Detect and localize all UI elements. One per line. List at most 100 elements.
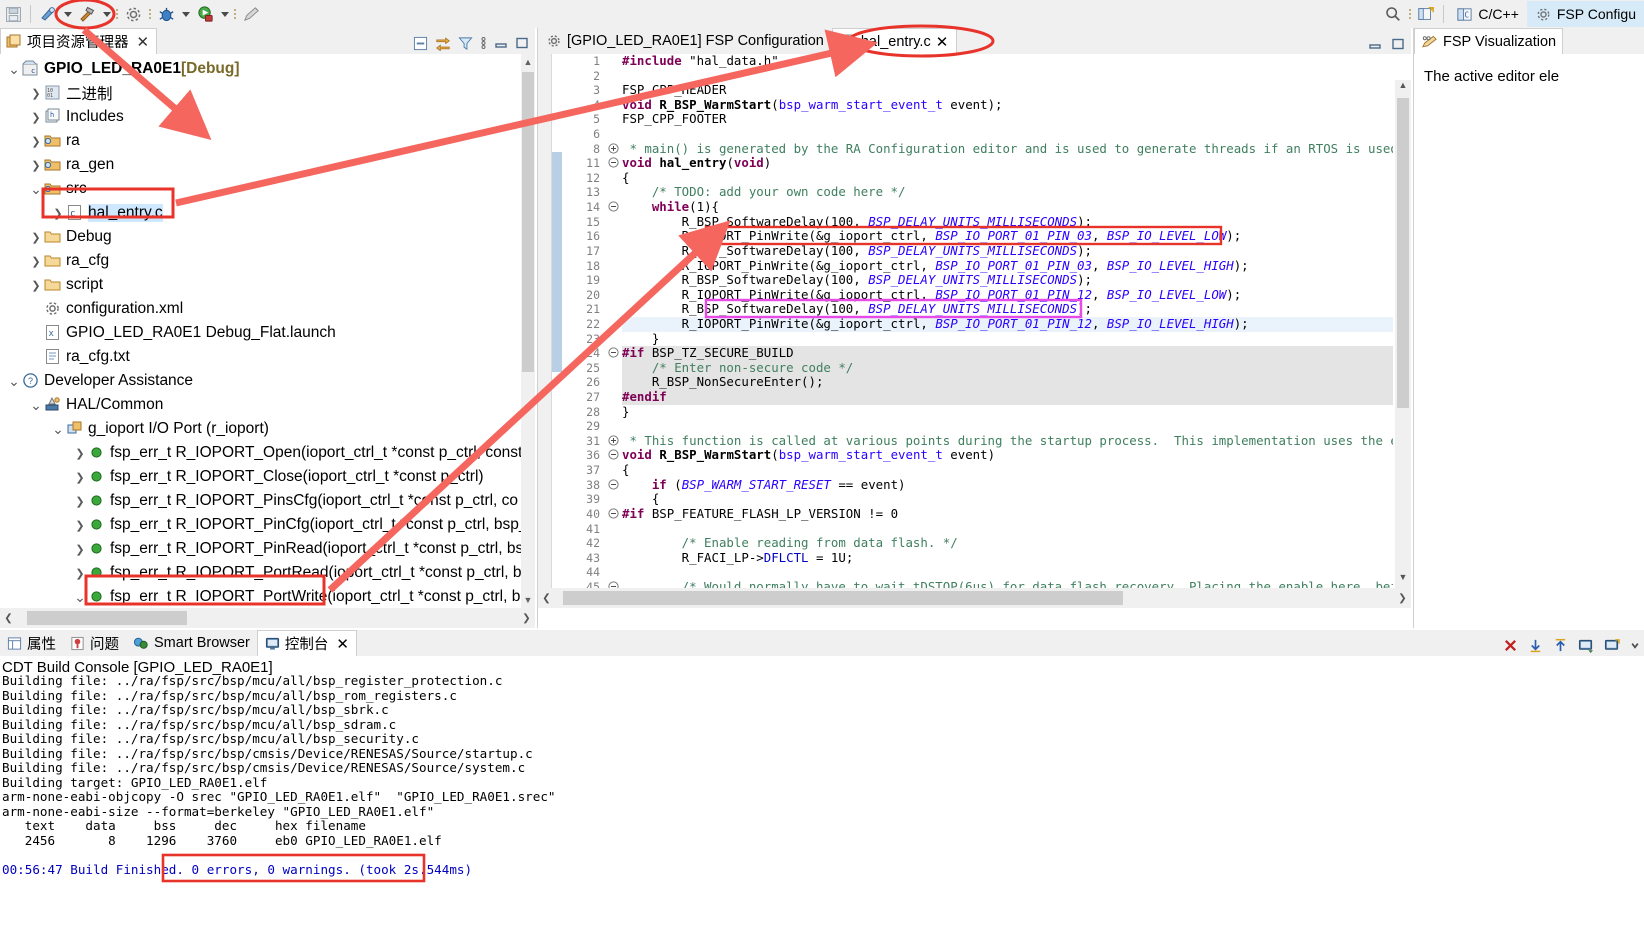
editor-scroll-thumb[interactable]: [1397, 98, 1409, 408]
tree-item-fsp-err-t-r-ioport-open-ioport-ctrl-t-co[interactable]: ❯ fsp_err_t R_IOPORT_Open(ioport_ctrl_t *…: [0, 441, 521, 465]
twisty-collapsed-icon[interactable]: ❯: [28, 135, 44, 148]
code-line[interactable]: if (BSP_WARM_START_RESET == event): [622, 477, 1393, 493]
code-line[interactable]: * main() is generated by the RA Configur…: [622, 141, 1393, 157]
scroll-lock-icon[interactable]: [1528, 638, 1543, 656]
tree-item-fsp-err-t-r-ioport-portwrite-ioport-ctrl[interactable]: ⌄ fsp_err_t R_IOPORT_PortWrite(ioport_ctr…: [0, 585, 521, 608]
editor-tab-fsp-configuration[interactable]: [GPIO_LED_RA0E1] FSP Configuration: [538, 28, 832, 54]
fold-collapse-icon[interactable]: [604, 478, 622, 493]
twisty-collapsed-icon[interactable]: ❯: [72, 543, 88, 556]
build-dropdown-arrow[interactable]: [100, 2, 113, 26]
console-output[interactable]: Building file: ../ra/fsp/src/bsp/mcu/all…: [0, 673, 1644, 877]
code-line[interactable]: R_BSP_SoftwareDelay(100, BSP_DELAY_UNITS…: [622, 243, 1393, 259]
tree-item-fsp-err-t-r-ioport-portread-ioport-ctrl-[interactable]: ❯ fsp_err_t R_IOPORT_PortRead(ioport_ctrl…: [0, 561, 521, 585]
terminate-icon[interactable]: [1503, 638, 1518, 656]
editor-tab-close-icon[interactable]: ✕: [936, 33, 949, 51]
perspective-tab-fsp[interactable]: FSP Configu: [1526, 1, 1644, 27]
tree-item-ra-cfg-txt[interactable]: ra_cfg.txt: [0, 345, 521, 369]
hscroll-thumb[interactable]: [27, 611, 187, 625]
search-icon[interactable]: [1380, 2, 1406, 26]
editor-hscroll-right-arrow[interactable]: ❯: [1394, 593, 1411, 604]
new-project-dropdown-arrow[interactable]: [61, 2, 74, 26]
twisty-expanded-icon[interactable]: ⌄: [72, 590, 88, 604]
new-project-button[interactable]: [35, 2, 61, 26]
fold-collapse-icon[interactable]: [604, 346, 622, 361]
tree-item-fsp-err-t-r-ioport-pinread-ioport-ctrl-t[interactable]: ❯ fsp_err_t R_IOPORT_PinRead(ioport_ctrl_…: [0, 537, 521, 561]
editor-scroll-down-arrow[interactable]: ▼: [1395, 572, 1411, 588]
tree-item-ra[interactable]: ❯ ra: [0, 129, 521, 153]
maximize-icon[interactable]: [515, 36, 529, 53]
tree-item-gpio-led-ra0e1[interactable]: ⌄ c GPIO_LED_RA0E1 [Debug]: [0, 57, 521, 81]
scroll-up-arrow[interactable]: ▲: [521, 54, 535, 70]
tree-item-ra-cfg[interactable]: ❯ ra_cfg: [0, 249, 521, 273]
tree-item-gpio-led-ra0e1-debug-flat-launch[interactable]: x GPIO_LED_RA0E1 Debug_Flat.launch: [0, 321, 521, 345]
code-line[interactable]: {: [622, 492, 1393, 507]
code-editor[interactable]: 1 2 3 4 5 6 8 11 12 13 14 15 16 17 18 19 20 21 22 23 24 25 26 2…: [538, 54, 1411, 608]
minimize-icon[interactable]: [494, 36, 508, 53]
code-line[interactable]: }: [622, 331, 1393, 347]
editor-hscroll-track[interactable]: [555, 591, 1394, 605]
perspective-tab-cpp[interactable]: C C/C++: [1448, 1, 1526, 27]
tree-item-fsp-err-t-r-ioport-pinscfg-ioport-ctrl-t[interactable]: ❯ fsp_err_t R_IOPORT_PinsCfg(ioport_ctrl_…: [0, 489, 521, 513]
tab-project-explorer[interactable]: 项目资源管理器 ✕: [0, 28, 158, 54]
view-menu-icon[interactable]: [480, 35, 487, 54]
twisty-collapsed-icon[interactable]: ❯: [28, 279, 44, 292]
tree-item-fsp-err-t-r-ioport-close-ioport-ctrl-t-c[interactable]: ❯ fsp_err_t R_IOPORT_Close(ioport_ctrl_t …: [0, 465, 521, 489]
code-line[interactable]: R_BSP_SoftwareDelay(100, BSP_DELAY_UNITS…: [622, 272, 1393, 288]
editor-minimize-icon[interactable]: [1368, 37, 1382, 54]
twisty-expanded-icon[interactable]: ⌄: [28, 398, 44, 412]
code-line[interactable]: #include "hal_data.h": [622, 54, 1393, 69]
pin-console-icon[interactable]: [1553, 638, 1568, 656]
code-line[interactable]: [622, 522, 1393, 537]
editor-vertical-scrollbar[interactable]: ▲ ▼: [1395, 80, 1411, 588]
twisty-collapsed-icon[interactable]: ❯: [28, 87, 44, 100]
hscroll-right-arrow[interactable]: ❯: [518, 613, 535, 624]
tree-item-script[interactable]: ❯ script: [0, 273, 521, 297]
twisty-expanded-icon[interactable]: ⌄: [6, 374, 22, 388]
filter-icon[interactable]: [458, 36, 473, 54]
twisty-expanded-icon[interactable]: ⌄: [6, 62, 22, 76]
twisty-collapsed-icon[interactable]: ❯: [50, 207, 66, 220]
tree-item-developer-assistance[interactable]: ⌄? Developer Assistance: [0, 369, 521, 393]
code-line[interactable]: R_IOPORT_PinWrite(&g_ioport_ctrl, BSP_IO…: [622, 258, 1393, 274]
code-line[interactable]: R_BSP_SoftwareDelay(100, BSP_DELAY_UNITS…: [622, 302, 1393, 317]
hscroll-left-arrow[interactable]: ❮: [0, 613, 17, 624]
twisty-collapsed-icon[interactable]: ❯: [72, 495, 88, 508]
code-line[interactable]: * This function is called at various poi…: [622, 433, 1393, 449]
scroll-down-arrow[interactable]: ▼: [521, 592, 535, 608]
code-line[interactable]: R_IOPORT_PinWrite(&g_ioport_ctrl, BSP_IO…: [622, 229, 1393, 244]
tree-item-configuration-xml[interactable]: configuration.xml: [0, 297, 521, 321]
tree-item-ra-gen[interactable]: ❯ ra_gen: [0, 153, 521, 177]
code-line[interactable]: /* Enable reading from data flash. */: [622, 535, 1393, 551]
folding-ruler[interactable]: [604, 54, 622, 608]
tree-item-hal-entry-c[interactable]: ❯ c hal_entry.c: [0, 201, 521, 225]
save-button[interactable]: [0, 2, 26, 26]
code-line[interactable]: void R_BSP_WarmStart(bsp_warm_start_even…: [622, 448, 1393, 463]
code-line[interactable]: /* Enter non-secure code */: [622, 360, 1393, 376]
tree-item-[interactable]: ❯ 10 01 二进制: [0, 81, 521, 105]
twisty-collapsed-icon[interactable]: ❯: [28, 255, 44, 268]
code-line[interactable]: void hal_entry(void): [622, 155, 1393, 171]
tree-item-src[interactable]: ⌄ src: [0, 177, 521, 201]
debug-dropdown-arrow[interactable]: [179, 2, 192, 26]
debug-button[interactable]: [153, 2, 179, 26]
code-line[interactable]: [622, 419, 1393, 434]
twisty-collapsed-icon[interactable]: ❯: [28, 159, 44, 172]
code-line[interactable]: FSP_CPP_FOOTER: [622, 112, 1393, 127]
code-line[interactable]: {: [622, 462, 1393, 478]
tree-item-includes[interactable]: ❯ h Includes: [0, 105, 521, 129]
code-line[interactable]: [622, 127, 1393, 142]
open-perspective-icon[interactable]: [1413, 2, 1439, 26]
pencil-button[interactable]: [238, 2, 264, 26]
editor-tab-hal-entry-c[interactable]: c hal_entry.c ✕: [831, 28, 958, 54]
twisty-expanded-icon[interactable]: ⌄: [50, 422, 66, 436]
project-tree-horizontal-scrollbar[interactable]: ❮ ❯: [0, 608, 535, 628]
tab-properties[interactable]: 属性: [0, 630, 63, 656]
twisty-expanded-icon[interactable]: ⌄: [28, 182, 44, 196]
open-console-icon[interactable]: [1604, 638, 1620, 656]
tree-item-g-ioport-i-o-port-r-ioport[interactable]: ⌄ g_ioport I/O Port (r_ioport): [0, 417, 521, 441]
project-tree[interactable]: ⌄ c GPIO_LED_RA0E1 [Debug] ❯ 10 01 二进制 ❯ h Includ…: [0, 54, 521, 608]
project-explorer-tab-close-icon[interactable]: ✕: [137, 33, 150, 51]
twisty-collapsed-icon[interactable]: ❯: [28, 231, 44, 244]
code-line[interactable]: /* TODO: add your own code here */: [622, 185, 1393, 200]
code-line[interactable]: FSP_CPP_HEADER: [622, 83, 1393, 98]
